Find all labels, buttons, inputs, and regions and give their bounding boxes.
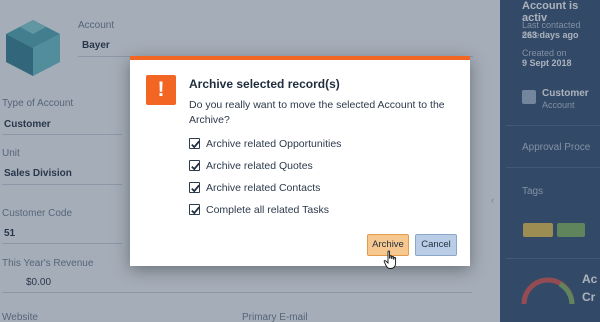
option-label: Archive related Contacts (206, 181, 321, 194)
option-label: Archive related Quotes (206, 159, 313, 172)
checkmark-icon (191, 140, 200, 149)
checkmark-icon (191, 184, 200, 193)
checkbox[interactable] (189, 160, 200, 171)
archive-options: Archive related Opportunities Archive re… (189, 138, 341, 226)
exclamation-icon: ! (146, 75, 176, 105)
option-complete-tasks[interactable]: Complete all related Tasks (189, 203, 341, 216)
dialog-message: Do you really want to move the selected … (189, 99, 445, 126)
checkmark-icon (191, 162, 200, 171)
archive-dialog: ! Archive selected record(s) Do you real… (130, 56, 470, 266)
option-archive-contacts[interactable]: Archive related Contacts (189, 181, 341, 194)
option-archive-quotes[interactable]: Archive related Quotes (189, 159, 341, 172)
checkmark-icon (191, 206, 200, 215)
dialog-title: Archive selected record(s) (189, 77, 340, 91)
checkbox[interactable] (189, 204, 200, 215)
checkbox[interactable] (189, 182, 200, 193)
hand-cursor-icon (383, 250, 397, 269)
option-label: Archive related Opportunities (206, 137, 342, 150)
checkbox[interactable] (189, 138, 200, 149)
option-label: Complete all related Tasks (206, 203, 329, 216)
cancel-button[interactable]: Cancel (415, 234, 457, 256)
option-archive-opportunities[interactable]: Archive related Opportunities (189, 137, 342, 150)
